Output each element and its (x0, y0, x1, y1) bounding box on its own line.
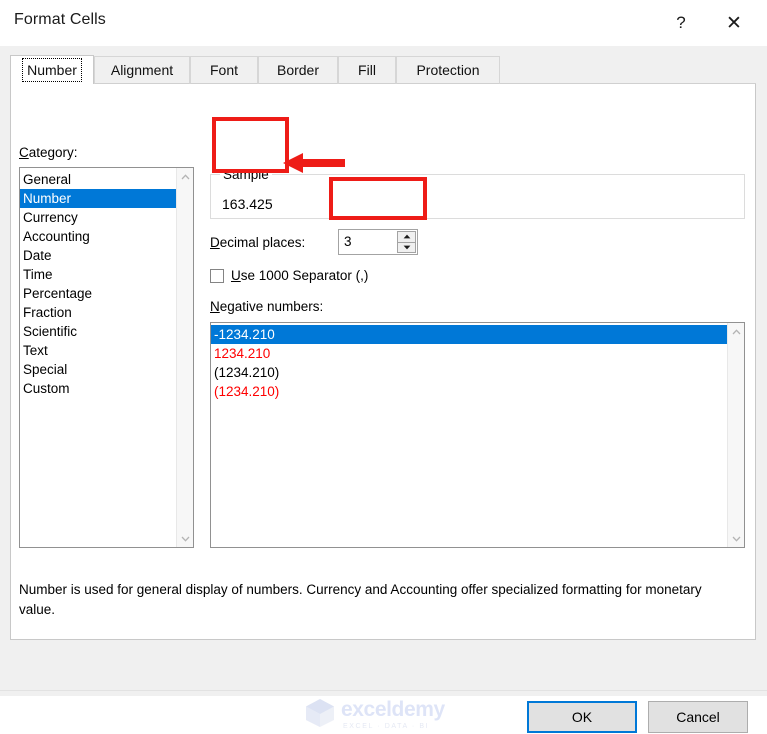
tab-alignment[interactable]: Alignment (94, 56, 190, 84)
tab-font-label: Font (209, 62, 238, 78)
tab-number[interactable]: Number (10, 55, 94, 85)
tab-fill[interactable]: Fill (338, 56, 396, 84)
category-scrollbar[interactable] (176, 168, 193, 547)
category-item[interactable]: Percentage (20, 284, 176, 303)
tab-strip: Number Alignment Font Border Fill Protec… (10, 55, 756, 85)
category-item[interactable]: Accounting (20, 227, 176, 246)
category-item[interactable]: Special (20, 360, 176, 379)
tab-border-label: Border (276, 62, 320, 78)
tab-protection[interactable]: Protection (396, 56, 500, 84)
negative-numbers-listbox[interactable]: -1234.210 1234.210 (1234.210) (1234.210) (210, 322, 745, 548)
category-item[interactable]: Time (20, 265, 176, 284)
category-item[interactable]: Fraction (20, 303, 176, 322)
help-icon[interactable]: ? (658, 0, 704, 46)
decimal-places-stepper[interactable] (397, 231, 416, 253)
category-item[interactable]: Text (20, 341, 176, 360)
tab-fill-label: Fill (358, 62, 376, 78)
tab-font[interactable]: Font (190, 56, 258, 84)
tab-number-label: Number (22, 58, 82, 82)
negative-numbers-scrollbar[interactable] (727, 323, 744, 547)
exceldemy-logo-icon (304, 698, 336, 731)
scroll-up-icon[interactable] (728, 323, 744, 340)
use-1000-separator-row[interactable]: Use 1000 Separator (,) (210, 268, 368, 283)
spinner-up-icon[interactable] (397, 231, 416, 243)
category-item[interactable]: General (20, 170, 176, 189)
tab-protection-label: Protection (416, 62, 480, 78)
negative-number-item[interactable]: (1234.210) (211, 382, 727, 401)
category-description: Number is used for general display of nu… (19, 582, 702, 617)
negative-number-item[interactable]: -1234.210 (211, 325, 727, 344)
watermark: exceldemy EXCEL · DATA · BI (304, 694, 464, 734)
negative-numbers-label: Negative numbers: (210, 299, 324, 314)
use-1000-separator-label: Use 1000 Separator (,) (231, 268, 369, 283)
ok-button[interactable]: OK (527, 701, 637, 733)
sample-groupbox (210, 174, 745, 219)
sample-caption: Sample (220, 167, 272, 182)
negative-number-item[interactable]: 1234.210 (211, 344, 727, 363)
negative-numbers-items: -1234.210 1234.210 (1234.210) (1234.210) (211, 323, 727, 547)
spinner-down-icon[interactable] (397, 242, 416, 253)
tab-alignment-label: Alignment (110, 62, 174, 78)
category-item[interactable]: Date (20, 246, 176, 265)
tab-border[interactable]: Border (258, 56, 338, 84)
footer-separator (0, 690, 767, 691)
category-item[interactable]: Scientific (20, 322, 176, 341)
scroll-up-icon[interactable] (177, 168, 193, 185)
category-items: General Number Currency Accounting Date Time P… (20, 168, 176, 547)
category-item[interactable]: Currency (20, 208, 176, 227)
category-item[interactable]: Custom (20, 379, 176, 398)
scroll-down-icon[interactable] (177, 530, 193, 547)
title-bar: Format Cells ? ✕ (0, 0, 767, 46)
cancel-button[interactable]: Cancel (648, 701, 748, 733)
close-icon[interactable]: ✕ (711, 0, 757, 46)
watermark-text: exceldemy EXCEL · DATA · BI (341, 699, 445, 730)
category-item[interactable]: Number (20, 189, 176, 208)
dialog-body: Number Alignment Font Border Fill Protec… (0, 46, 767, 733)
sample-value: 163.425 (222, 196, 273, 212)
category-label: Category: (19, 145, 78, 160)
window-title: Format Cells (14, 11, 106, 28)
decimal-places-label: Decimal places: (210, 235, 306, 250)
watermark-tagline: EXCEL · DATA · BI (343, 722, 430, 730)
negative-number-item[interactable]: (1234.210) (211, 363, 727, 382)
decimal-places-value: 3 (344, 234, 352, 249)
watermark-name: exceldemy (341, 697, 445, 721)
category-listbox[interactable]: General Number Currency Accounting Date Time P… (19, 167, 194, 548)
scroll-down-icon[interactable] (728, 530, 744, 547)
use-1000-separator-checkbox[interactable] (210, 268, 224, 283)
decimal-places-input[interactable]: 3 (338, 229, 418, 255)
